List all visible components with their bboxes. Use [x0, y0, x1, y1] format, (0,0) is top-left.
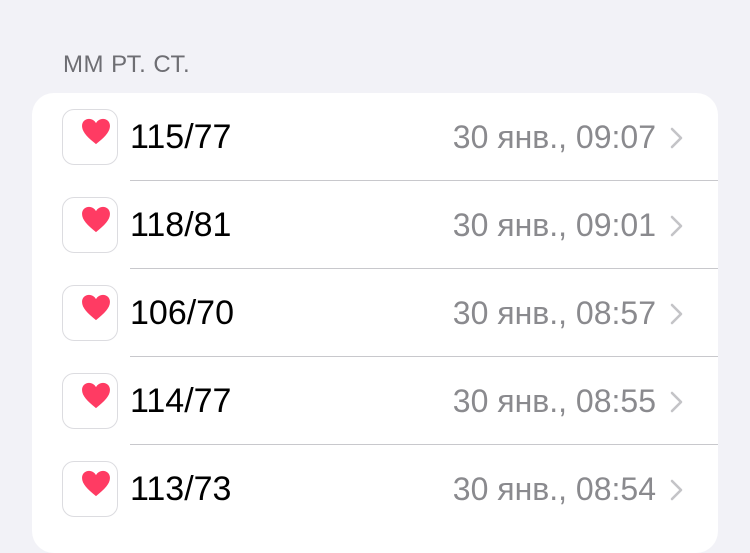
heart-icon: [62, 285, 118, 341]
reading-timestamp: 30 янв., 08:57: [452, 295, 656, 331]
list-item[interactable]: 118/81 30 янв., 09:01: [32, 181, 718, 269]
reading-timestamp: 30 янв., 08:54: [452, 471, 656, 507]
list-item[interactable]: 114/77 30 янв., 08:55: [32, 357, 718, 445]
section-header: ММ РТ. СТ.: [63, 51, 191, 78]
reading-value: 106/70: [130, 294, 234, 332]
heart-icon: [62, 109, 118, 165]
reading-value: 113/73: [130, 470, 232, 508]
chevron-right-icon: [670, 479, 683, 501]
chevron-right-icon: [670, 215, 683, 237]
reading-value: 115/77: [130, 118, 232, 156]
reading-value: 118/81: [130, 206, 232, 244]
list-item[interactable]: 115/77 30 янв., 09:07: [32, 93, 718, 181]
reading-value: 114/77: [130, 382, 232, 420]
reading-timestamp: 30 янв., 08:55: [452, 383, 656, 419]
chevron-right-icon: [670, 127, 683, 149]
reading-timestamp: 30 янв., 09:01: [452, 207, 656, 243]
reading-timestamp: 30 янв., 09:07: [452, 119, 656, 155]
heart-icon: [62, 461, 118, 517]
list-item[interactable]: 106/70 30 янв., 08:57: [32, 269, 718, 357]
heart-icon: [62, 197, 118, 253]
readings-list: 115/77 30 янв., 09:07 118/81 30 янв., 09…: [32, 93, 718, 553]
list-item[interactable]: 113/73 30 янв., 08:54: [32, 445, 718, 533]
chevron-right-icon: [670, 303, 683, 325]
heart-icon: [62, 373, 118, 429]
chevron-right-icon: [670, 391, 683, 413]
